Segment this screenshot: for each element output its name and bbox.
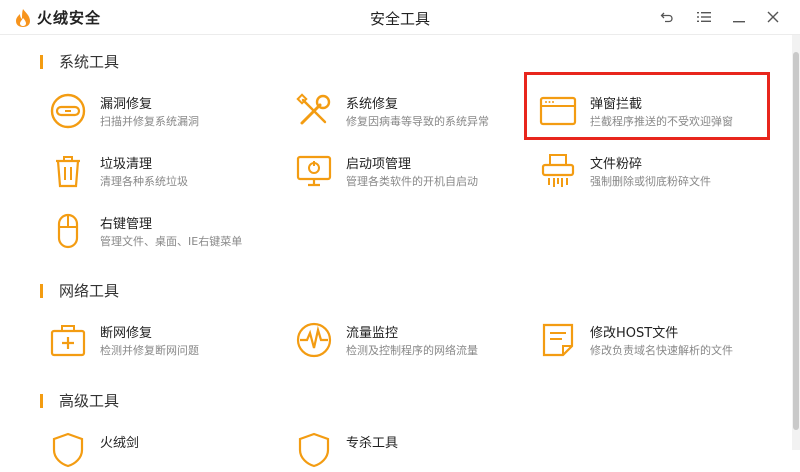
tool-desc: 清理各种系统垃圾: [100, 175, 188, 188]
section-title: 网络工具: [59, 282, 120, 300]
tool-desc: 扫描并修复系统漏洞: [100, 115, 199, 128]
tool-host-edit[interactable]: 修改HOST文件 修改负责域名快速解析的文件: [536, 318, 766, 362]
shield-icon: [292, 428, 336, 472]
mouse-icon: [46, 209, 90, 253]
tool-desc: 修复因病毒等导致的系统异常: [346, 115, 489, 128]
section-marker: [40, 54, 43, 69]
bandage-icon: [46, 89, 90, 133]
tool-name: 文件粉碎: [590, 157, 643, 172]
tool-desc: 检测并修复断网问题: [100, 344, 199, 357]
tool-startup-manager[interactable]: 启动项管理 管理各类软件的开机自启动: [292, 149, 522, 193]
scrollbar-thumb[interactable]: [793, 52, 799, 430]
section-title: 高级工具: [59, 392, 120, 410]
tool-name: 系统修复: [346, 97, 399, 112]
tool-name: 漏洞修复: [100, 97, 153, 112]
tool-name: 断网修复: [100, 326, 153, 341]
tool-file-shred[interactable]: 文件粉碎 强制删除或彻底粉碎文件: [536, 149, 766, 193]
minimize-icon: [733, 21, 745, 23]
tool-system-repair[interactable]: 系统修复 修复因病毒等导致的系统异常: [292, 89, 522, 133]
shredder-icon: [536, 149, 580, 193]
wrench-icon: [292, 89, 336, 133]
document-icon: [536, 318, 580, 362]
window-title: 安全工具: [369, 10, 430, 28]
menu-icon: [697, 12, 711, 22]
tool-desc: 检测及控制程序的网络流量: [346, 344, 478, 357]
tool-trash-clean[interactable]: 垃圾清理 清理各种系统垃圾: [46, 149, 276, 193]
tool-context-menu[interactable]: 右键管理 管理文件、桌面、IE右键菜单: [46, 209, 276, 253]
section-advanced-tools: 高级工具: [40, 390, 119, 411]
menu-button[interactable]: [693, 7, 715, 27]
trash-icon: [46, 149, 90, 193]
section-system-tools: 系统工具: [40, 51, 119, 72]
shield-icon: [46, 428, 90, 472]
close-button[interactable]: [762, 7, 784, 27]
tool-desc: 修改负责域名快速解析的文件: [590, 344, 733, 357]
back-button[interactable]: [656, 7, 678, 27]
tool-name: 右键管理: [100, 217, 153, 232]
first-aid-icon: [46, 318, 90, 362]
tool-traffic-monitor[interactable]: 流量监控 检测及控制程序的网络流量: [292, 318, 522, 362]
section-marker: [40, 283, 43, 298]
tool-desc: 管理各类软件的开机自启动: [346, 175, 478, 188]
tool-name: 专杀工具: [346, 436, 399, 451]
tool-name: 火绒剑: [100, 436, 140, 451]
tool-advanced-1[interactable]: 火绒剑: [46, 428, 276, 472]
tool-net-repair[interactable]: 断网修复 检测并修复断网问题: [46, 318, 276, 362]
title-bar: 火绒安全 安全工具: [0, 0, 800, 35]
tool-desc: 管理文件、桌面、IE右键菜单: [100, 235, 243, 248]
highlight-box: [524, 72, 770, 140]
section-title: 系统工具: [59, 53, 120, 71]
tool-name: 修改HOST文件: [590, 326, 679, 341]
tool-advanced-2[interactable]: 专杀工具: [292, 428, 522, 472]
tool-name: 启动项管理: [346, 157, 412, 172]
pulse-icon: [292, 318, 336, 362]
tool-vuln-fix[interactable]: 漏洞修复 扫描并修复系统漏洞: [46, 89, 276, 133]
tool-desc: 强制删除或彻底粉碎文件: [590, 175, 711, 188]
back-icon: [660, 12, 673, 23]
close-icon: [767, 11, 779, 23]
monitor-power-icon: [292, 149, 336, 193]
tool-name: 流量监控: [346, 326, 399, 341]
section-network-tools: 网络工具: [40, 280, 119, 301]
tool-name: 垃圾清理: [100, 157, 153, 172]
section-marker: [40, 393, 43, 408]
minimize-button[interactable]: [728, 7, 750, 27]
